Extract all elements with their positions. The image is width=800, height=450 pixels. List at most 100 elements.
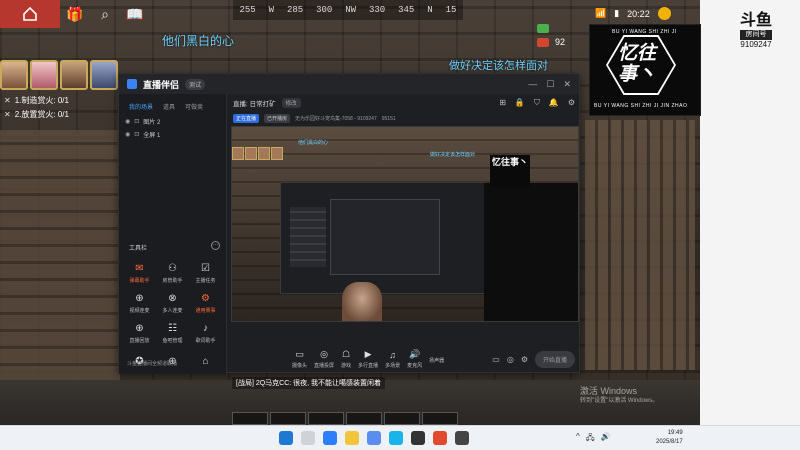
hotbar-slot[interactable] [422,412,458,425]
tool-button[interactable]: ⚇ 房管助手 [156,260,189,286]
window-controls: — ☐ ✕ [528,79,571,90]
start-icon[interactable] [279,431,293,445]
camera-icon[interactable]: ▭ [492,355,500,364]
taskbar-clock[interactable]: 19:49 2025/8/17 [656,429,683,447]
tool-button[interactable]: ☑ 主播任务 [189,260,222,286]
toolbar-label: 游戏 [341,363,352,369]
game-icon[interactable] [411,431,425,445]
left-tabs: 我的场景 道具 可做卖 [119,94,226,115]
compass-tick: NW [345,5,357,15]
settings-icon[interactable]: ⚙ [521,355,528,364]
shirt-icon[interactable]: ⛉ [534,98,540,108]
hotbar-slot[interactable] [270,412,306,425]
toolbar-label: 直播投屏 [314,363,335,369]
tool-label: 多人连麦 [162,307,183,314]
grid-icon[interactable]: ⊞ [499,98,506,108]
scene-wall-left [0,130,120,380]
logo-top-text: BU YI WANG SHI ZHI JI [612,29,677,35]
app-icon[interactable] [455,431,469,445]
toolbar-button[interactable]: ☖ 游戏 [341,349,351,369]
tool-button[interactable]: ♪ 歌词助手 [189,320,222,346]
avatar[interactable] [90,60,118,90]
eye-icon[interactable]: ◉ [125,131,130,138]
live-status-button[interactable]: 正在直播 [233,114,260,123]
app-tag[interactable]: 测试 [185,78,206,90]
tool-icon: ♪ [203,322,208,334]
team-avatars [0,60,118,90]
lock-icon[interactable]: ⊡ [134,118,139,125]
compass-tick: 15 [445,5,457,15]
store-icon[interactable] [367,431,381,445]
tool-button[interactable]: ⊕ 直播回放 [123,320,156,346]
gift-icon[interactable]: 🎁 [60,0,90,28]
scene-item[interactable]: ◉ ⊡ 全屏 1 [119,128,226,141]
more-icon[interactable]: ··· [211,241,220,250]
eye-icon[interactable]: ◉ [125,118,130,125]
toolbar-button[interactable]: ♫ 多场景 [385,350,400,369]
qq-icon[interactable] [389,431,403,445]
battery-icon: ▮ [614,8,620,18]
tool-label: 歌词助手 [195,337,216,344]
toolbar-icon: ☖ [342,349,351,359]
lock-icon[interactable]: ⊡ [134,131,139,138]
left-footer[interactable]: 斗鱼直播间全频道联播 [127,360,177,367]
streaming-app-window: 直播伴侣 测试 — ☐ ✕ 我的场景 道具 可做卖 ◉ ⊡ 图片 2 ◉ ⊡ 全… [118,73,580,376]
overlay-lyric-2: 做好决定该怎样面对 [449,60,548,72]
room-button[interactable]: 已开播房 [264,114,291,123]
volume-icon[interactable]: 🔊 [601,432,611,446]
hotbar-slot[interactable] [384,412,420,425]
tab-props[interactable]: 道具 [163,102,175,111]
close-icon[interactable]: ✕ [563,79,571,90]
logo-sub-text: BU YI WANG SHI ZHI JI JIN ZHAO [594,103,688,109]
status-bar: 📶 ▮ 20:22 [595,7,671,20]
edit-button[interactable]: 修改 [281,98,301,108]
scene-item[interactable]: ◉ ⊡ 图片 2 [119,115,226,128]
avatar[interactable] [0,60,28,90]
toolbar-button[interactable]: ▭ 摄像头 [292,349,307,369]
eye-icon[interactable]: ◎ [507,355,514,364]
tool-button[interactable]: ⊗ 多人连麦 [156,290,189,316]
compass-tick: 330 [368,5,386,15]
avatar[interactable] [30,60,58,90]
settings-icon[interactable]: ⚙ [568,98,575,108]
tool-button[interactable]: ⌂ [189,350,222,376]
cross-icon: ✕ [4,110,11,119]
toolbar-button[interactable]: 🔊 麦克风 [407,349,422,369]
tab-scenes[interactable]: 我的场景 [129,102,153,111]
tab-sellable[interactable]: 可做卖 [185,102,203,111]
tool-button[interactable]: ✉ 弹幕助手 [123,260,156,286]
maximize-icon[interactable]: ☐ [546,79,554,90]
douyu-logo: 斗鱼 [740,12,773,29]
hotbar-slot[interactable] [346,412,382,425]
avatar[interactable] [60,60,88,90]
search-icon[interactable] [301,431,315,445]
game-chat-line: [战局] 2Q马克CC: 很夜, 我不能让噶感装置闲着 [232,377,386,389]
chevron-up-icon[interactable]: ^ [576,432,580,446]
start-live-button[interactable]: 开始直播 [534,350,575,368]
preview-nested-grid [290,207,326,267]
home-icon[interactable] [0,0,60,28]
toolbar-button[interactable]: ◎ 直播投屏 [314,349,334,369]
tool-button[interactable]: ⚙ 通用赛事 [189,290,222,316]
folder-icon[interactable] [345,431,359,445]
stream-preview[interactable]: 他们黑白的心 做好决定该怎样面对 忆往事丶 [231,126,579,322]
streamer-logo: BU YI WANG SHI ZHI JI 忆往事丶 BU YI WANG SH… [589,24,701,116]
tool-button[interactable]: ⊕ 视频连麦 [123,290,156,316]
toolbar-button[interactable]: 扬声器 [429,355,444,364]
minimize-icon[interactable]: — [528,79,537,90]
book-icon[interactable]: 📖 [120,0,150,28]
health-green-icon [537,24,549,33]
taskbar-apps [279,431,469,445]
douyu-app-icon[interactable] [433,431,447,445]
network-icon[interactable]: 🖧 [586,432,595,446]
search-doc-icon[interactable]: ⌕ [90,0,120,28]
toolbar-button[interactable]: ▶ 多行直播 [358,349,378,369]
lock-icon[interactable]: 🔒 [515,98,525,108]
hotbar-slot[interactable] [308,412,344,425]
bell-icon[interactable]: 🔔 [549,98,559,108]
avatar [232,147,244,160]
hotbar-slot[interactable] [232,412,268,425]
tool-button[interactable]: ☷ 鱼吧管理 [156,320,189,346]
edge-icon[interactable] [323,431,337,445]
tool-label: 房管助手 [162,277,183,284]
